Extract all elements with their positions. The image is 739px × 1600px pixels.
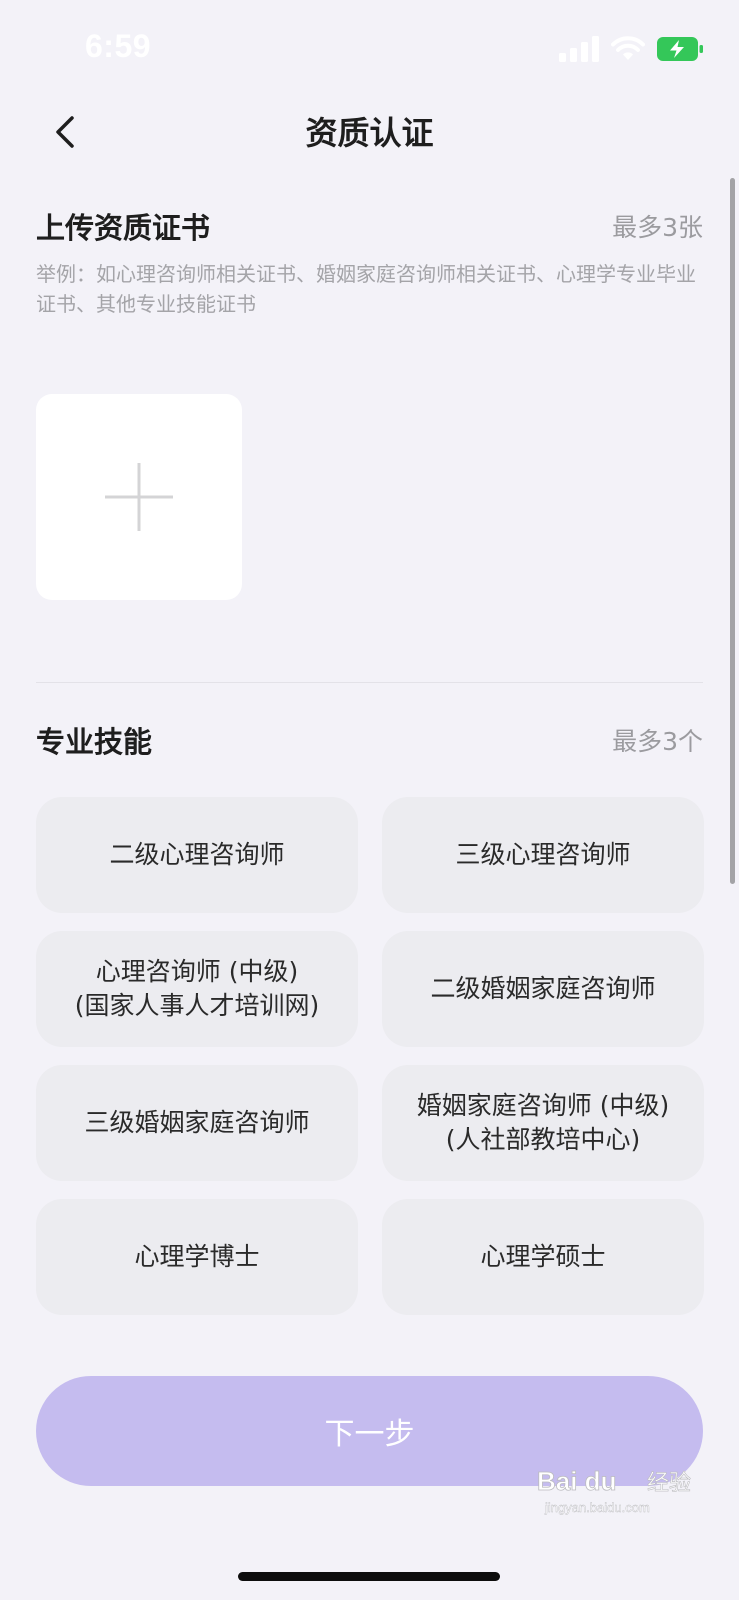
status-time: 6:59 (85, 28, 152, 64)
upload-certificate-button[interactable] (36, 394, 242, 600)
watermark-brand: Bai du (537, 1466, 616, 1496)
skill-label: 心理学硕士 (480, 1242, 606, 1271)
skill-label: 心理咨询师 (中级) (95, 957, 299, 986)
skills-section-title: 专业技能 (36, 725, 153, 759)
nav-bar: 资质认证 (0, 100, 739, 164)
skill-chip[interactable]: 心理咨询师 (中级) (国家人事人才培训网) (36, 931, 358, 1047)
skill-chip[interactable]: 心理学硕士 (382, 1199, 704, 1315)
skill-chip[interactable]: 三级婚姻家庭咨询师 (36, 1065, 358, 1181)
wifi-icon (611, 36, 645, 60)
skill-chip[interactable]: 婚姻家庭咨询师 (中级) (人社部教培中心) (382, 1065, 704, 1181)
signal-icon (559, 36, 599, 62)
status-bar: 6:59 (0, 0, 739, 100)
skill-label: 二级婚姻家庭咨询师 (430, 974, 656, 1003)
battery-icon (657, 37, 703, 61)
skill-chip[interactable]: 二级心理咨询师 (36, 797, 358, 913)
scrollbar[interactable] (730, 178, 735, 884)
page-title: 资质认证 (305, 114, 434, 152)
skill-chip[interactable]: 心理学博士 (36, 1199, 358, 1315)
skill-label: 婚姻家庭咨询师 (中级) (416, 1091, 670, 1120)
status-icons (559, 36, 703, 62)
certificate-hint: 举例：如心理咨询师相关证书、婚姻家庭咨询师相关证书、心理学专业毕业证书、其他专业… (36, 262, 696, 316)
skill-sublabel: (国家人事人才培训网) (74, 991, 320, 1020)
skill-label: 心理学博士 (134, 1242, 260, 1271)
skill-chip[interactable]: 三级心理咨询师 (382, 797, 704, 913)
certificate-limit: 最多3张 (612, 213, 703, 242)
skill-label: 二级心理咨询师 (109, 840, 285, 869)
skills-limit: 最多3个 (612, 727, 703, 756)
section-divider (36, 682, 703, 683)
watermark-text: 经验 (647, 1471, 691, 1496)
home-indicator[interactable] (238, 1572, 500, 1581)
certificate-section-title: 上传资质证书 (36, 211, 211, 245)
skill-label: 三级婚姻家庭咨询师 (84, 1108, 310, 1137)
skill-label: 三级心理咨询师 (455, 840, 631, 869)
plus-icon (105, 463, 173, 531)
skills-grid: 二级心理咨询师 三级心理咨询师 心理咨询师 (中级) (国家人事人才培训网) 二… (36, 797, 704, 1315)
skill-sublabel: (人社部教培中心) (445, 1125, 641, 1154)
watermark-url: jingyan.baidu.com (544, 1500, 650, 1515)
baidu-jingyan-watermark: Bai du 经验 jingyan.baidu.com (537, 1466, 692, 1516)
skill-chip[interactable]: 二级婚姻家庭咨询师 (382, 931, 704, 1047)
